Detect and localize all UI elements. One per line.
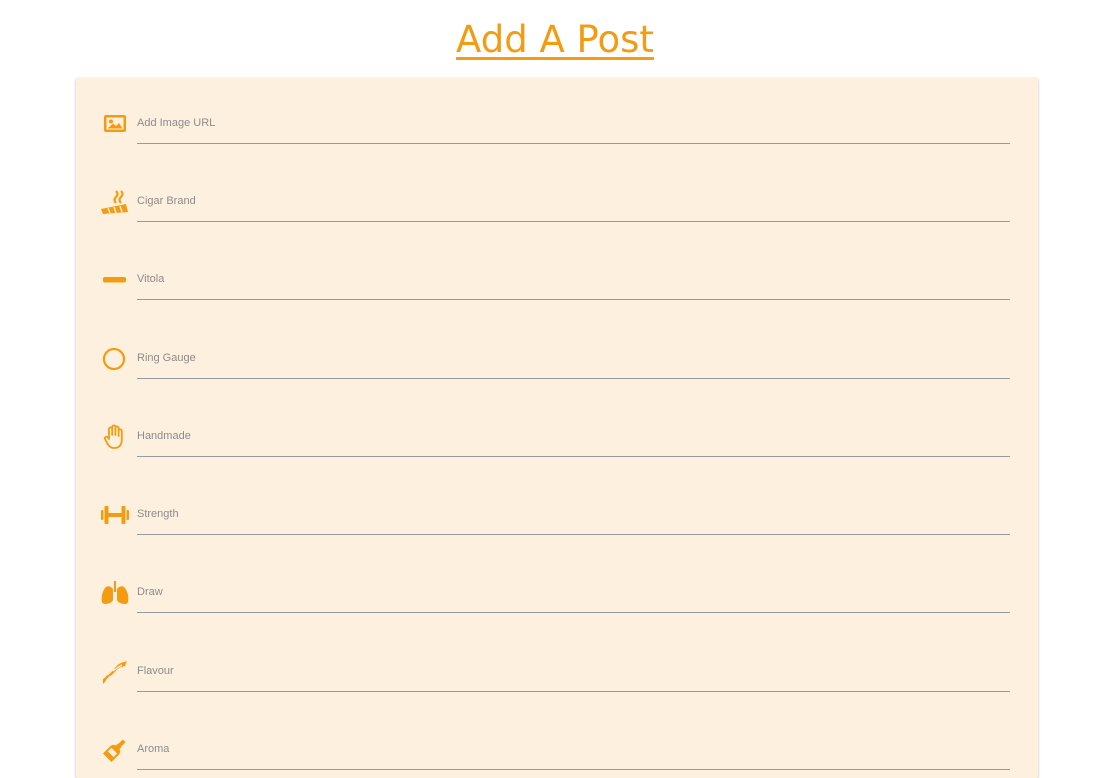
flavour-label: Flavour [137, 665, 174, 677]
aroma-label: Aroma [137, 743, 170, 755]
draw-field-row: Draw [100, 572, 1010, 613]
flavour-input[interactable]: Flavour [137, 651, 1010, 692]
page-header: Add A Post [0, 0, 1110, 64]
image-url-field-row: Add Image URL [100, 103, 1010, 144]
ring-gauge-field-row: Ring Gauge [100, 338, 1010, 379]
cigar-brand-input[interactable]: Cigar Brand [137, 181, 1010, 222]
wine-bottle-icon [100, 735, 130, 765]
handmade-field-row: Handmade [100, 416, 1010, 457]
strength-field-row: Strength [100, 494, 1010, 535]
vitola-field-row: Vitola [100, 259, 1010, 300]
image-url-input[interactable]: Add Image URL [137, 103, 1010, 144]
lungs-icon [100, 578, 130, 608]
dumbbell-icon [100, 500, 130, 530]
cigar-brand-field-row: Cigar Brand [100, 181, 1010, 222]
vitola-label: Vitola [137, 273, 165, 285]
circle-outline-icon [100, 344, 130, 374]
vitola-input[interactable]: Vitola [137, 259, 1010, 300]
handmade-input[interactable]: Handmade [137, 416, 1010, 457]
cigar-brand-label: Cigar Brand [137, 195, 196, 207]
draw-label: Draw [137, 586, 163, 598]
aroma-field-row: Aroma [100, 729, 1010, 770]
ring-gauge-input[interactable]: Ring Gauge [137, 338, 1010, 379]
draw-input[interactable]: Draw [137, 572, 1010, 613]
bacon-icon [100, 657, 130, 687]
strength-input[interactable]: Strength [137, 494, 1010, 535]
flavour-field-row: Flavour [100, 651, 1010, 692]
handmade-label: Handmade [137, 430, 191, 442]
image-icon [100, 109, 130, 139]
add-post-form: Add Image URL Cigar Brand Vitola Ring Ga… [76, 78, 1038, 778]
image-url-label: Add Image URL [137, 117, 216, 129]
minus-bar-icon [100, 265, 130, 295]
cigar-smoke-icon [100, 187, 130, 217]
page-title[interactable]: Add A Post [456, 16, 654, 64]
hand-icon [100, 422, 130, 452]
strength-label: Strength [137, 508, 179, 520]
ring-gauge-label: Ring Gauge [137, 352, 196, 364]
aroma-input[interactable]: Aroma [137, 729, 1010, 770]
